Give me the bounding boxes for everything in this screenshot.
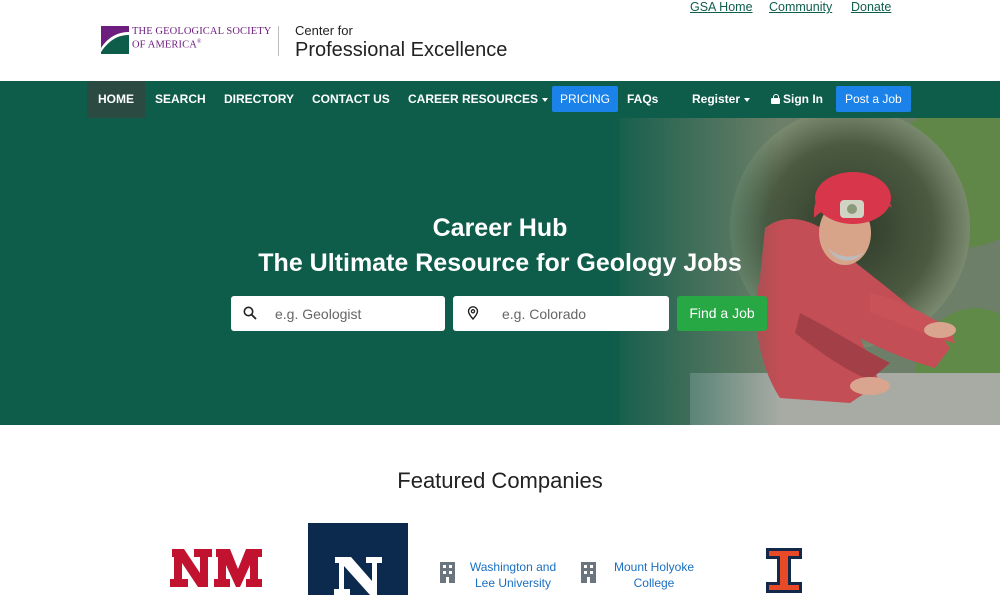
washington-lee-link[interactable]: Washington and Lee University	[463, 559, 563, 591]
nav-register[interactable]: Register	[692, 81, 751, 118]
header-divider	[278, 26, 279, 56]
logo-line-2: OF AMERICA	[132, 39, 197, 51]
post-job-button[interactable]: Post a Job	[836, 86, 911, 112]
cpe-subtitle: Center for	[295, 23, 353, 38]
featured-companies-title: Featured Companies	[397, 468, 603, 493]
nav-faqs[interactable]: FAQs	[627, 81, 658, 118]
caret-down-icon	[542, 97, 549, 102]
community-link[interactable]: Community	[769, 0, 832, 14]
nav-sign-in-label: Sign In	[783, 92, 823, 106]
mount-holyoke-line-1: Mount Holyoke	[613, 560, 695, 574]
nav-pricing[interactable]: PRICING	[552, 86, 619, 112]
unm-logo[interactable]	[170, 543, 264, 593]
location-input[interactable]	[502, 296, 662, 331]
map-pin-icon	[467, 306, 479, 320]
caret-down-icon	[744, 97, 751, 102]
nevada-logo[interactable]	[308, 523, 408, 595]
building-icon	[581, 562, 596, 583]
washington-lee-line-2: Lee University	[474, 576, 552, 590]
nevada-n-icon	[334, 557, 382, 595]
cpe-title: Professional Excellence	[295, 39, 508, 61]
lock-icon	[771, 94, 780, 104]
hero-banner: Career Hub The Ultimate Resource for Geo…	[0, 118, 1000, 425]
building-icon	[440, 562, 455, 583]
gsa-home-link[interactable]: GSA Home	[690, 0, 753, 14]
cpe-brand[interactable]: Center for Professional Excellence	[295, 23, 508, 62]
gsa-logo-text: THE GEOLOGICAL SOCIETY OF AMERICA®	[132, 26, 271, 51]
nav-contact[interactable]: CONTACT US	[312, 81, 390, 118]
find-job-button[interactable]: Find a Job	[677, 296, 767, 331]
mount-holyoke-line-2: College	[633, 576, 675, 590]
keyword-search-box[interactable]	[231, 296, 445, 331]
gsa-mark-icon	[101, 26, 129, 54]
nav-register-label: Register	[692, 92, 741, 106]
nav-home[interactable]: HOME	[87, 81, 145, 118]
donate-link[interactable]: Donate	[851, 0, 891, 14]
hero-subtitle: The Ultimate Resource for Geology Jobs	[258, 249, 742, 277]
nav-career-resources[interactable]: CAREER RESOURCES	[408, 81, 549, 118]
logo-line-1: THE GEOLOGICAL SOCIETY	[132, 26, 272, 37]
logo-registered: ®	[196, 39, 202, 45]
search-icon	[243, 306, 257, 320]
site-header: THE GEOLOGICAL SOCIETY OF AMERICA® Cente…	[0, 0, 1000, 81]
nav-directory[interactable]: DIRECTORY	[224, 81, 294, 118]
illinois-logo[interactable]	[766, 548, 802, 593]
keyword-input[interactable]	[275, 296, 435, 331]
gsa-logo[interactable]: THE GEOLOGICAL SOCIETY OF AMERICA®	[101, 26, 271, 54]
nav-sign-in[interactable]: Sign In	[771, 81, 823, 118]
hero-title: Career Hub	[432, 214, 568, 242]
main-nav: HOME SEARCH DIRECTORY CONTACT US CAREER …	[0, 81, 1000, 118]
location-search-box[interactable]	[453, 296, 669, 331]
nav-search[interactable]: SEARCH	[155, 81, 206, 118]
nav-career-label: CAREER RESOURCES	[408, 92, 539, 106]
mount-holyoke-link[interactable]: Mount Holyoke College	[606, 559, 702, 591]
washington-lee-line-1: Washington and	[469, 560, 557, 574]
